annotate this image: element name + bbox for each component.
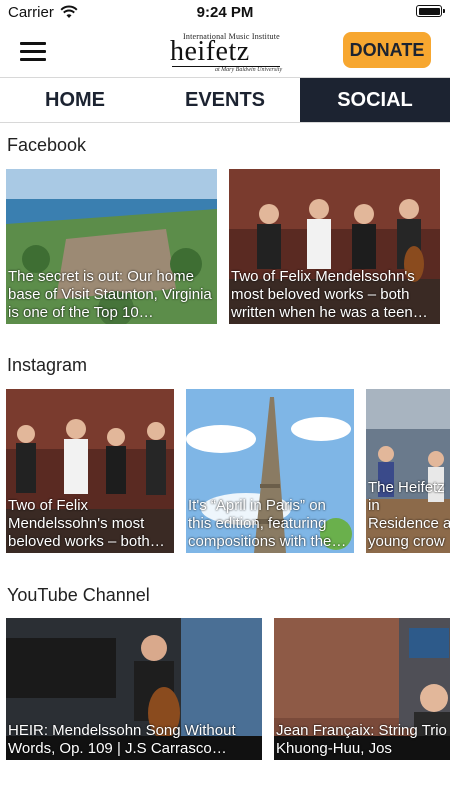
post-caption: Two of Felix Mendelssohn's most beloved … — [231, 268, 428, 321]
video-title: HEIR: Mendelssohn Song Without Words, Op… — [8, 722, 236, 757]
tab-home[interactable]: HOME — [0, 78, 150, 122]
post-caption: The secret is out: Our home base of Visi… — [8, 268, 212, 321]
facebook-row[interactable]: The secret is out: Our home base of Visi… — [6, 169, 450, 324]
instagram-row[interactable]: Two of Felix Mendelssohn's most beloved … — [6, 389, 450, 553]
instagram-post-card[interactable]: Two of Felix Mendelssohn's most beloved … — [6, 389, 174, 553]
app-header: International Music Institute heifetz at… — [0, 26, 450, 76]
instagram-post-card[interactable]: The Heifetz in Residence a young crow — [366, 389, 450, 553]
post-caption: The Heifetz in Residence a young crow — [368, 479, 450, 550]
youtube-row[interactable]: HEIR: Mendelssohn Song Without Words, Op… — [6, 618, 450, 760]
hamburger-menu-icon[interactable] — [20, 42, 46, 61]
post-caption: Two of Felix Mendelssohn's most beloved … — [8, 497, 165, 550]
instagram-section-title: Instagram — [7, 355, 88, 375]
youtube-section-title: YouTube Channel — [7, 585, 150, 605]
logo-main-text: heifetz — [170, 36, 250, 67]
facebook-post-card[interactable]: Two of Felix Mendelssohn's most beloved … — [229, 169, 440, 324]
tab-social[interactable]: SOCIAL — [300, 78, 450, 122]
tab-events[interactable]: EVENTS — [150, 78, 300, 122]
video-title: Jean Françaix: String Trio Fiona Khuong-… — [276, 722, 450, 757]
instagram-post-card[interactable]: It's “April in Paris” on this edition, f… — [186, 389, 354, 553]
battery-icon — [416, 5, 445, 17]
tab-bar: HOME EVENTS SOCIAL — [0, 77, 450, 123]
logo-sub-text: at Mary Baldwin University — [215, 67, 283, 73]
youtube-video-card[interactable]: Jean Françaix: String Trio Fiona Khuong-… — [274, 618, 450, 760]
clock: 9:24 PM — [196, 4, 254, 21]
donate-button[interactable]: DONATE — [343, 32, 431, 68]
post-caption: It's “April in Paris” on this edition, f… — [188, 497, 347, 550]
facebook-section-title: Facebook — [7, 135, 87, 155]
youtube-video-card[interactable]: HEIR: Mendelssohn Song Without Words, Op… — [6, 618, 262, 760]
facebook-post-card[interactable]: The secret is out: Our home base of Visi… — [6, 169, 217, 324]
status-bar: Carrier 9:24 PM — [0, 0, 450, 26]
